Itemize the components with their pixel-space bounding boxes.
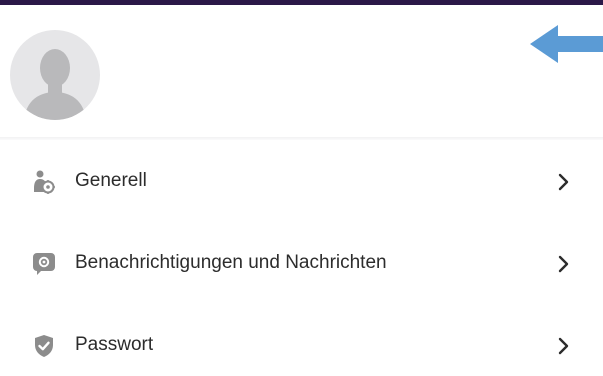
avatar[interactable] bbox=[10, 30, 100, 120]
notification-settings-icon bbox=[32, 252, 56, 276]
divider bbox=[0, 137, 603, 140]
menu-item-benachrichtigungen[interactable]: Benachrichtigungen und Nachrichten bbox=[0, 234, 603, 294]
menu-item-label: Passwort bbox=[75, 334, 154, 355]
menu-item-generell[interactable]: Generell bbox=[0, 152, 603, 212]
menu-item-label: Generell bbox=[75, 170, 147, 191]
profile-header bbox=[0, 5, 603, 137]
arrow-left-icon bbox=[530, 25, 603, 63]
chevron-right-icon bbox=[556, 254, 572, 274]
user-silhouette-icon bbox=[24, 49, 86, 120]
chevron-right-icon bbox=[556, 172, 572, 192]
menu-item-passwort[interactable]: Passwort bbox=[0, 316, 603, 376]
menu-item-label: Benachrichtigungen und Nachrichten bbox=[75, 252, 387, 273]
shield-check-icon bbox=[32, 334, 56, 358]
user-settings-icon bbox=[32, 170, 56, 194]
back-button[interactable] bbox=[530, 25, 603, 63]
chevron-right-icon bbox=[556, 336, 572, 356]
